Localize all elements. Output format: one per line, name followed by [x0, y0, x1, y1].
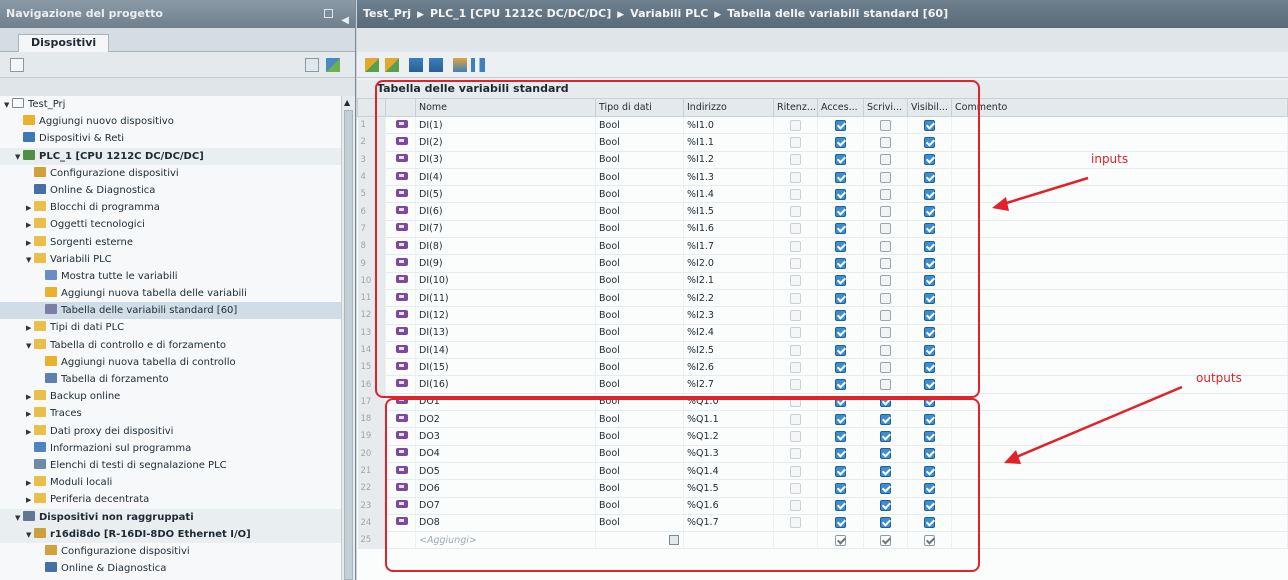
inputs-arrow: [992, 176, 1183, 464]
